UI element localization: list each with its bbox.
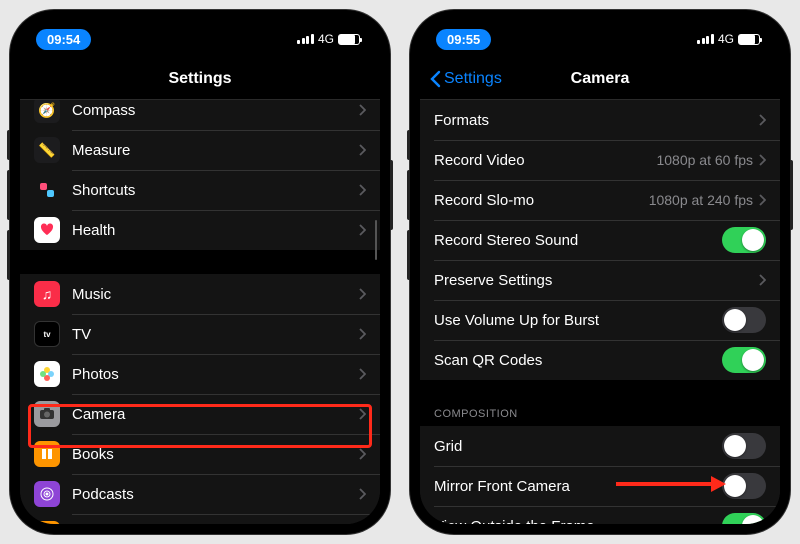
- camera-settings-list[interactable]: Formats Record Video 1080p at 60 fps Rec…: [420, 100, 780, 524]
- row-label: Compass: [72, 102, 359, 119]
- chevron-right-icon: [359, 144, 366, 156]
- chevron-right-icon: [759, 114, 766, 126]
- tv-icon: tv: [34, 321, 60, 347]
- music-icon: ♫: [34, 281, 60, 307]
- row-detail: 1080p at 60 fps: [656, 152, 753, 168]
- row-label: Shortcuts: [72, 182, 359, 199]
- chevron-right-icon: [759, 154, 766, 166]
- row-label: Podcasts: [72, 486, 359, 503]
- section-header-composition: COMPOSITION: [420, 404, 780, 426]
- row-label: Preserve Settings: [434, 272, 759, 289]
- row-label: View Outside the Frame: [434, 518, 722, 525]
- row-detail: 1080p at 240 fps: [649, 192, 753, 208]
- row-shortcuts[interactable]: Shortcuts: [20, 170, 380, 210]
- row-books[interactable]: Books: [20, 434, 380, 474]
- row-label: Record Stereo Sound: [434, 232, 722, 249]
- page-title: Settings: [168, 70, 231, 88]
- row-label: Grid: [434, 438, 722, 455]
- row-label: Measure: [72, 142, 359, 159]
- row-label: Record Video: [434, 152, 656, 169]
- row-health[interactable]: Health: [20, 210, 380, 250]
- network-type: 4G: [318, 32, 334, 46]
- signal-icon: [297, 34, 314, 44]
- status-time: 09:55: [436, 29, 491, 50]
- annotation-arrow: [616, 474, 726, 494]
- phone-left: 09:54 4G Settings 🧭 Compass 📏 Measure: [10, 10, 390, 534]
- row-label: Formats: [434, 112, 759, 129]
- row-view-outside-frame[interactable]: View Outside the Frame: [420, 506, 780, 524]
- battery-icon: [738, 34, 760, 45]
- toggle-volume-burst[interactable]: [722, 307, 766, 333]
- chevron-right-icon: [359, 184, 366, 196]
- chevron-right-icon: [759, 274, 766, 286]
- chevron-right-icon: [359, 224, 366, 236]
- chevron-right-icon: [359, 104, 366, 116]
- compass-icon: 🧭: [34, 100, 60, 123]
- row-preserve-settings[interactable]: Preserve Settings: [420, 260, 780, 300]
- status-time: 09:54: [36, 29, 91, 50]
- row-label: Music: [72, 286, 359, 303]
- row-music[interactable]: ♫ Music: [20, 274, 380, 314]
- row-label: Books: [72, 446, 359, 463]
- settings-list[interactable]: 🧭 Compass 📏 Measure Shortcuts Health: [20, 100, 380, 524]
- chevron-right-icon: [359, 328, 366, 340]
- signal-icon: [697, 34, 714, 44]
- row-label: Record Slo-mo: [434, 192, 649, 209]
- chevron-right-icon: [359, 408, 366, 420]
- nav-bar: Settings Camera: [420, 58, 780, 100]
- row-label: Health: [72, 222, 359, 239]
- photos-icon: [34, 361, 60, 387]
- row-label: Use Volume Up for Burst: [434, 312, 722, 329]
- row-camera[interactable]: Camera: [20, 394, 380, 434]
- row-mirror-front-camera[interactable]: Mirror Front Camera: [420, 466, 780, 506]
- battery-icon: [338, 34, 360, 45]
- toggle-grid[interactable]: [722, 433, 766, 459]
- row-photos[interactable]: Photos: [20, 354, 380, 394]
- row-formats[interactable]: Formats: [420, 100, 780, 140]
- row-record-slomo[interactable]: Record Slo-mo 1080p at 240 fps: [420, 180, 780, 220]
- row-label: Scan QR Codes: [434, 352, 722, 369]
- phone-right: 09:55 4G Settings Camera Formats Rec: [410, 10, 790, 534]
- row-stereo-sound[interactable]: Record Stereo Sound: [420, 220, 780, 260]
- row-grid[interactable]: Grid: [420, 426, 780, 466]
- toggle-scan-qr[interactable]: [722, 347, 766, 373]
- books-icon: [34, 441, 60, 467]
- back-label: Settings: [444, 70, 502, 88]
- chevron-right-icon: [359, 368, 366, 380]
- toggle-stereo-sound[interactable]: [722, 227, 766, 253]
- scroll-indicator[interactable]: [375, 220, 378, 260]
- chevron-right-icon: [759, 194, 766, 206]
- row-label: TV: [72, 326, 359, 343]
- page-title: Camera: [571, 70, 630, 88]
- row-record-video[interactable]: Record Video 1080p at 60 fps: [420, 140, 780, 180]
- health-icon: [34, 217, 60, 243]
- row-label: Photos: [72, 366, 359, 383]
- row-measure[interactable]: 📏 Measure: [20, 130, 380, 170]
- network-type: 4G: [718, 32, 734, 46]
- chevron-right-icon: [359, 448, 366, 460]
- nav-bar: Settings: [20, 58, 380, 100]
- toggle-mirror-front-camera[interactable]: [722, 473, 766, 499]
- chevron-left-icon: [430, 70, 441, 88]
- notch: [125, 20, 275, 46]
- row-label: Camera: [72, 406, 359, 423]
- measure-icon: 📏: [34, 137, 60, 163]
- camera-icon: [34, 401, 60, 427]
- chevron-right-icon: [359, 488, 366, 500]
- row-compass[interactable]: 🧭 Compass: [20, 100, 380, 130]
- back-button[interactable]: Settings: [430, 58, 502, 99]
- row-volume-burst[interactable]: Use Volume Up for Burst: [420, 300, 780, 340]
- row-podcasts[interactable]: Podcasts: [20, 474, 380, 514]
- row-scan-qr[interactable]: Scan QR Codes: [420, 340, 780, 380]
- row-tv[interactable]: tv TV: [20, 314, 380, 354]
- chevron-right-icon: [359, 288, 366, 300]
- toggle-view-outside-frame[interactable]: [722, 513, 766, 524]
- shortcuts-icon: [34, 177, 60, 203]
- row-itunesu[interactable]: iTunes U: [20, 514, 380, 524]
- itunesu-icon: [34, 521, 60, 524]
- notch: [525, 20, 675, 46]
- podcasts-icon: [34, 481, 60, 507]
